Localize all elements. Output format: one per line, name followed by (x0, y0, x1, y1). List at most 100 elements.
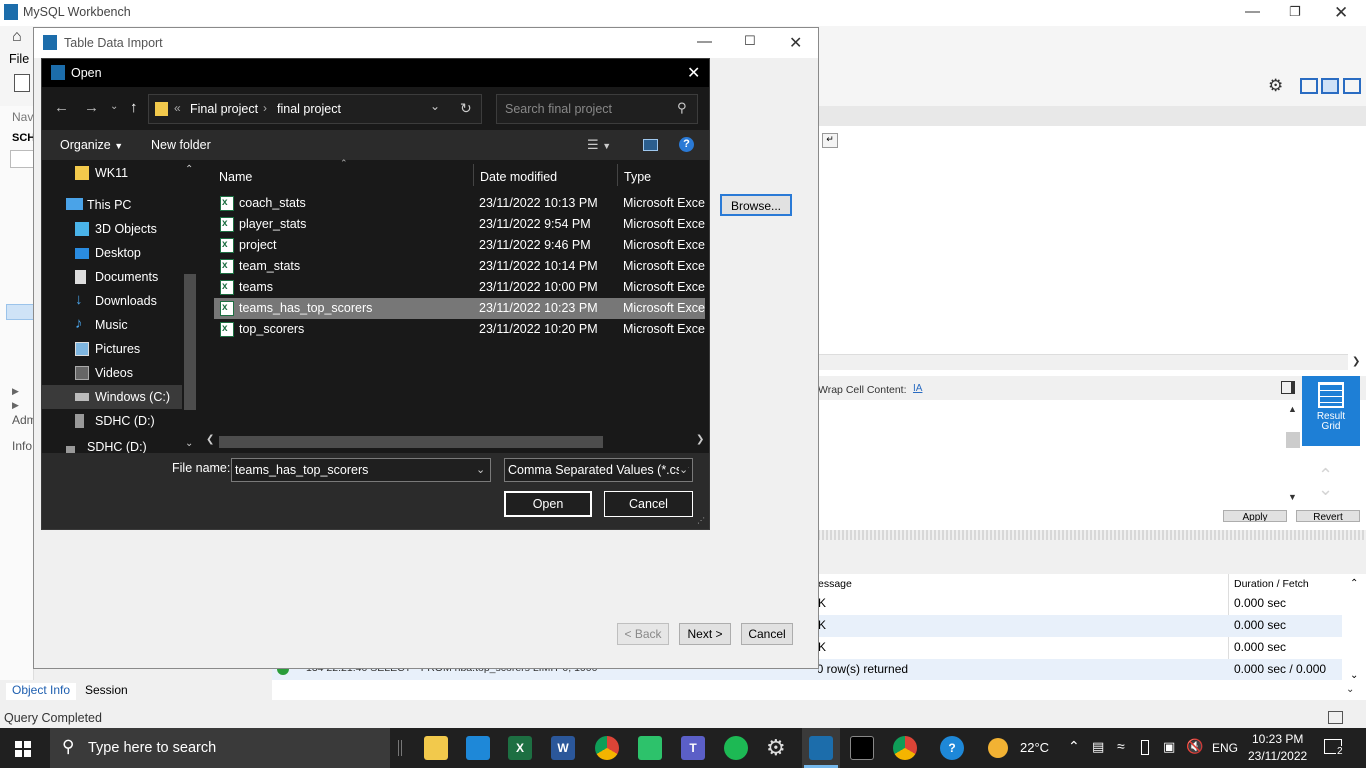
tab-session[interactable]: Session (85, 683, 128, 697)
back-button[interactable]: < Back (617, 623, 669, 645)
new-sql-icon[interactable] (14, 74, 30, 92)
nav-item-documents[interactable]: Documents (42, 265, 182, 289)
address-bar[interactable]: « Final project › final project ⌄ ↻ (148, 94, 482, 124)
nav-item-windows-c[interactable]: Windows (C:) (42, 385, 182, 409)
search-box[interactable]: Search final project ⚲ (496, 94, 698, 124)
grid-nav-icon[interactable]: ⌃ ⌄ (1318, 466, 1333, 498)
nav-scroll-up-icon[interactable]: ⌃ (185, 164, 193, 175)
back-arrow-icon[interactable]: ← (54, 99, 69, 116)
organize-menu[interactable]: Organize ▼ (60, 138, 123, 152)
output-scroll-up-icon[interactable]: ⌃ (1350, 578, 1358, 589)
column-divider[interactable] (617, 164, 618, 186)
panel-layout-icon[interactable] (1281, 381, 1295, 394)
revert-button[interactable]: Revert (1296, 510, 1360, 522)
taskbar-search[interactable]: ⚲ Type here to search (50, 728, 390, 768)
nav-item-music[interactable]: ♪ Music (42, 313, 182, 337)
file-row[interactable]: teams 23/11/2022 10:00 PM Microsoft Excel (214, 276, 705, 298)
panel-splitter[interactable] (818, 530, 1366, 540)
chrome-icon[interactable] (595, 736, 619, 760)
volume-mute-icon[interactable]: 🔇 (1186, 738, 1203, 755)
nav-item-3d-objects[interactable]: 3D Objects (42, 217, 182, 241)
spotify-icon[interactable] (724, 736, 748, 760)
column-header-name[interactable]: Name (219, 170, 252, 184)
scroll-up-icon[interactable]: ▲ (1288, 404, 1297, 414)
settings-icon[interactable]: ⚙ (1268, 76, 1283, 96)
open-button[interactable]: Open (504, 491, 592, 517)
wifi-icon[interactable]: ≈ (1117, 738, 1125, 754)
maximize-icon[interactable]: ☐ (744, 33, 756, 49)
clock-time[interactable]: 10:23 PM (1252, 732, 1303, 746)
nav-scroll-down-icon[interactable]: ⌄ (185, 438, 193, 449)
wrap-toggle-icon[interactable]: ↵ (822, 133, 838, 148)
nav-item-sdhc-d-2[interactable]: SDHC (D:) (42, 441, 182, 453)
teams-icon[interactable]: T (681, 736, 705, 760)
home-icon[interactable]: ⌂ (12, 28, 22, 46)
new-folder-button[interactable]: New folder (151, 138, 211, 152)
weather-icon[interactable] (988, 738, 1008, 758)
close-icon[interactable]: ✕ (789, 33, 802, 53)
network-icon[interactable]: ▤ (1092, 739, 1104, 755)
nav-item-sdhc-d[interactable]: SDHC (D:) (42, 409, 182, 433)
close-icon[interactable]: ✕ (1334, 3, 1348, 23)
status-panel-icon[interactable] (1328, 711, 1343, 724)
horizontal-scrollbar[interactable] (818, 354, 1348, 370)
expand-arrow-icon[interactable]: ▶ (12, 400, 19, 411)
toggle-sidebar-icon[interactable] (1300, 78, 1318, 94)
dialog-cancel-button[interactable]: Cancel (604, 491, 693, 517)
file-row[interactable]: top_scorers 23/11/2022 10:20 PM Microsoft … (214, 318, 705, 340)
chevron-down-icon[interactable]: ⌄ (679, 459, 689, 481)
task-view-icon[interactable] (398, 740, 402, 756)
toggle-output-icon[interactable] (1321, 78, 1339, 94)
language-indicator[interactable]: ENG (1212, 741, 1238, 755)
excel-icon[interactable]: X (508, 736, 532, 760)
nav-item-pictures[interactable]: Pictures (42, 337, 182, 361)
wrap-cell-icon[interactable]: IA (913, 383, 922, 394)
settings-icon[interactable]: ⚙ (766, 736, 790, 760)
battery-icon[interactable] (1141, 740, 1149, 755)
recent-locations-icon[interactable]: ⌄ (110, 101, 118, 112)
toggle-secondary-icon[interactable] (1343, 78, 1361, 94)
help-icon[interactable]: ? (679, 137, 694, 152)
refresh-icon[interactable]: ↻ (460, 100, 472, 117)
word-icon[interactable]: W (551, 736, 575, 760)
weather-temperature[interactable]: 22°C (1020, 740, 1049, 755)
breadcrumb-item[interactable]: final project (277, 102, 341, 116)
schema-filter-input[interactable] (10, 150, 34, 168)
scroll-right-icon[interactable]: ❯ (1352, 356, 1360, 367)
file-name-input[interactable]: teams_has_top_scorers ⌄ (231, 458, 491, 482)
file-explorer-icon[interactable] (424, 736, 448, 760)
nav-item-desktop[interactable]: Desktop (42, 241, 182, 265)
close-icon[interactable]: ✕ (687, 63, 700, 83)
file-scroll-left-icon[interactable]: ❮ (206, 434, 214, 445)
usb-icon[interactable]: ▣ (1163, 739, 1175, 755)
file-row[interactable]: project 23/11/2022 9:46 PM Microsoft Excel (214, 234, 705, 256)
nav-scrollbar-thumb[interactable] (184, 274, 196, 410)
apply-button[interactable]: Apply (1223, 510, 1287, 522)
view-options-icon[interactable]: ☰ ▼ (587, 137, 611, 153)
file-row[interactable]: team_stats 23/11/2022 10:14 PM Microsoft E… (214, 255, 705, 277)
up-arrow-icon[interactable]: ↑ (130, 99, 138, 116)
result-grid-button[interactable]: Result Grid (1302, 376, 1360, 446)
file-row[interactable]: player_stats 23/11/2022 9:54 PM Microsoft … (214, 213, 705, 235)
next-button[interactable]: Next > (679, 623, 731, 645)
help-icon[interactable]: ? (940, 736, 964, 760)
terminal-icon[interactable] (850, 736, 874, 760)
nav-item-videos[interactable]: Videos (42, 361, 182, 385)
search-icon[interactable]: ⚲ (677, 100, 687, 116)
nav-item-this-pc[interactable]: This PC (42, 193, 182, 217)
column-header-type[interactable]: Type (624, 170, 651, 184)
show-hidden-icons-icon[interactable]: ⌃ (1068, 738, 1080, 755)
file-row[interactable]: coach_stats 23/11/2022 10:13 PM Microsoft … (214, 192, 705, 214)
minimize-icon[interactable]: — (697, 33, 712, 50)
taskbar-search-input[interactable]: Type here to search (88, 740, 216, 756)
file-scroll-right-icon[interactable]: ❯ (696, 434, 704, 445)
resize-grip-icon[interactable]: ⋰ (697, 516, 705, 525)
clock-date[interactable]: 23/11/2022 (1248, 749, 1307, 763)
mysql-workbench-icon[interactable] (809, 736, 833, 760)
chrome-icon[interactable] (893, 736, 917, 760)
snipping-icon[interactable] (638, 736, 662, 760)
breadcrumb-overflow-icon[interactable]: « (174, 101, 181, 115)
file-type-select[interactable]: Comma Separated Values (*.csv ⌄ (504, 458, 693, 482)
cancel-button[interactable]: Cancel (741, 623, 793, 645)
minimize-icon[interactable]: — (1245, 3, 1260, 20)
